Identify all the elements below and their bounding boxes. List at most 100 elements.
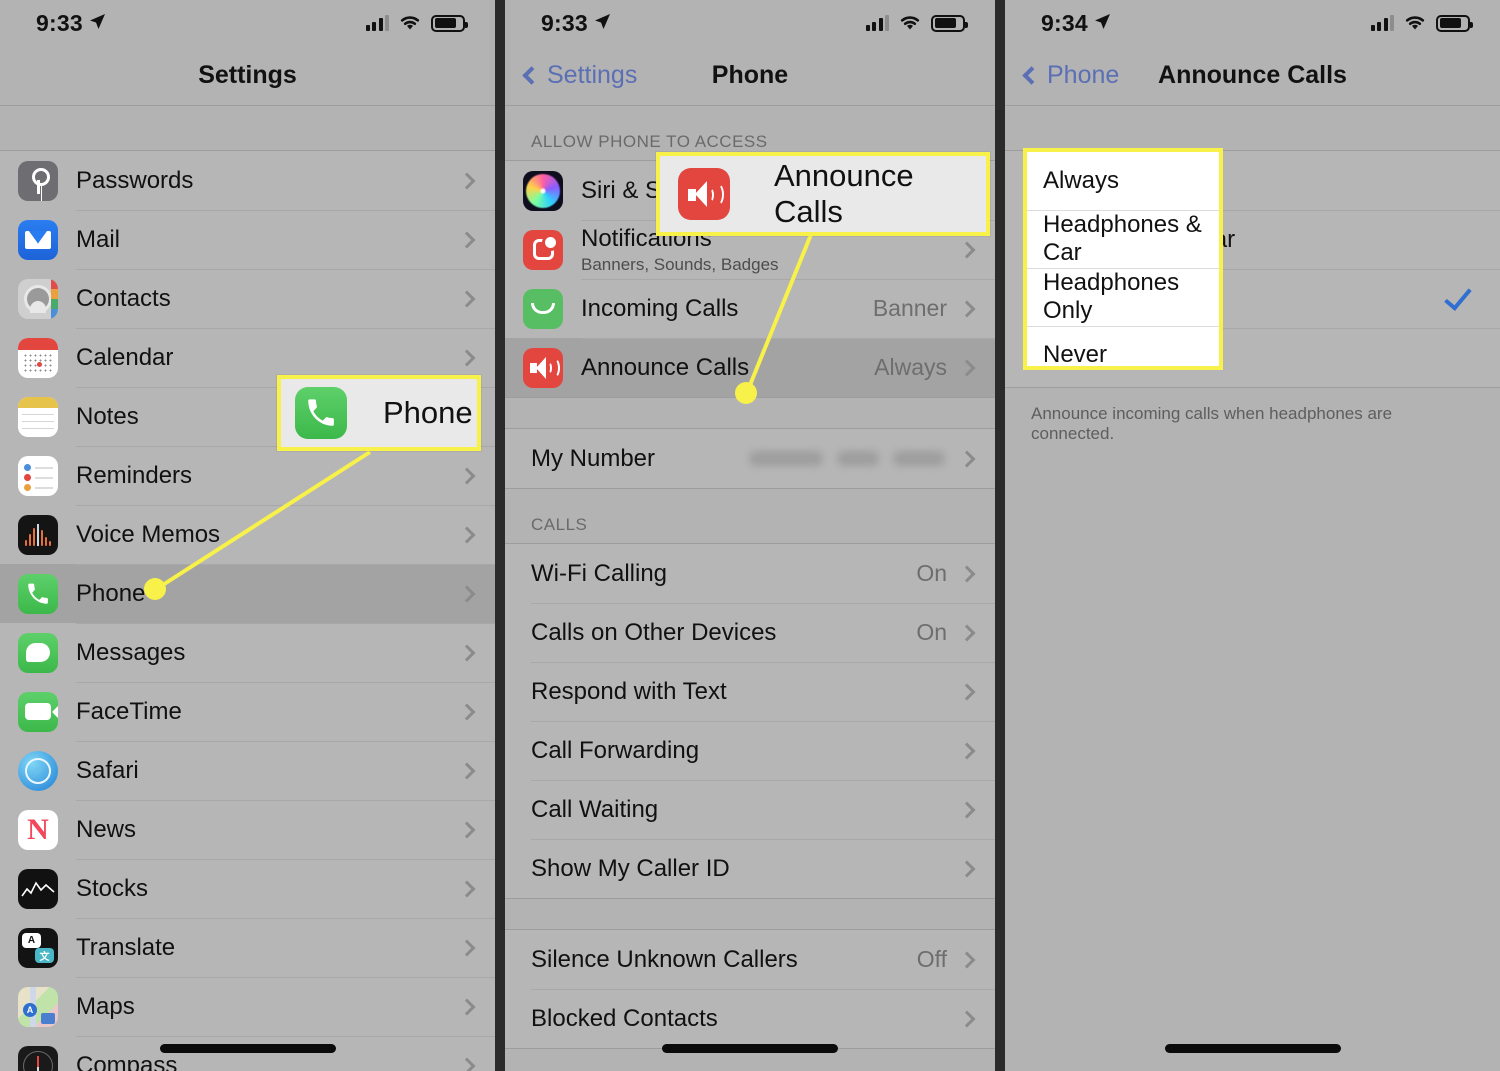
row-blocked-contacts[interactable]: Blocked Contacts bbox=[505, 989, 995, 1048]
battery-icon bbox=[931, 14, 968, 32]
sidebar-item-safari[interactable]: Safari bbox=[0, 741, 495, 800]
chevron-right-icon bbox=[958, 860, 976, 877]
row-call-forwarding[interactable]: Call Forwarding bbox=[505, 721, 995, 780]
phone-icon bbox=[295, 387, 347, 439]
chevron-right-icon bbox=[958, 565, 976, 582]
row-label: Call Forwarding bbox=[531, 736, 700, 764]
callout-label: Announce Calls bbox=[774, 158, 914, 229]
row-my-number[interactable]: My Number bbox=[505, 429, 995, 488]
highlight-option-never[interactable]: Never bbox=[1027, 326, 1219, 384]
sidebar-item-compass[interactable]: Compass bbox=[0, 1036, 495, 1071]
page-title: Settings bbox=[198, 61, 297, 89]
sidebar-item-mail[interactable]: Mail bbox=[0, 210, 495, 269]
chevron-left-icon bbox=[1022, 66, 1041, 85]
chevron-right-icon bbox=[458, 467, 476, 484]
row-label: Stocks bbox=[76, 874, 149, 902]
status-time: 9:34 bbox=[1041, 9, 1088, 36]
calendar-icon bbox=[18, 337, 58, 378]
facetime-icon bbox=[18, 691, 58, 732]
row-label: My Number bbox=[531, 444, 656, 472]
sidebar-item-reminders[interactable]: Reminders bbox=[0, 446, 495, 505]
sidebar-item-translate[interactable]: A文 Translate bbox=[0, 918, 495, 977]
row-label: Calls on Other Devices bbox=[531, 618, 777, 646]
chevron-right-icon bbox=[458, 349, 476, 366]
calls-list: Wi-Fi Calling On Calls on Other Devices … bbox=[505, 543, 995, 899]
battery-icon bbox=[1436, 14, 1473, 32]
announce-calls-icon bbox=[678, 168, 730, 220]
row-wifi-calling[interactable]: Wi-Fi Calling On bbox=[505, 544, 995, 603]
settings-list: Passwords Mail Contacts Calendar Notes R… bbox=[0, 150, 495, 1071]
row-announce-calls[interactable]: Announce Calls Always bbox=[505, 338, 995, 397]
callout-phone: Phone bbox=[277, 375, 481, 451]
row-incoming-calls[interactable]: Incoming Calls Banner bbox=[505, 279, 995, 338]
status-right bbox=[365, 10, 468, 37]
sidebar-item-news[interactable]: N News bbox=[0, 800, 495, 859]
options-footnote: Announce incoming calls when headphones … bbox=[1031, 404, 1393, 443]
contacts-icon bbox=[18, 278, 58, 319]
row-label: Calendar bbox=[76, 343, 174, 371]
home-indicator bbox=[1164, 1044, 1341, 1053]
row-respond-with-text[interactable]: Respond with Text bbox=[505, 662, 995, 721]
sidebar-item-voice-memos[interactable]: Voice Memos bbox=[0, 505, 495, 564]
chevron-right-icon bbox=[458, 880, 476, 897]
chevron-right-icon bbox=[458, 585, 476, 602]
notes-icon bbox=[18, 396, 58, 437]
row-silence-unknown-callers[interactable]: Silence Unknown Callers Off bbox=[505, 930, 995, 989]
sidebar-item-facetime[interactable]: FaceTime bbox=[0, 682, 495, 741]
status-left: 9:34 bbox=[1041, 10, 1111, 37]
siri-icon bbox=[523, 170, 563, 211]
row-label: Blocked Contacts bbox=[531, 1004, 718, 1032]
back-label: Settings bbox=[547, 61, 638, 89]
sidebar-item-messages[interactable]: Messages bbox=[0, 623, 495, 682]
sidebar-item-phone[interactable]: Phone bbox=[0, 564, 495, 623]
voice-memos-icon bbox=[18, 514, 58, 555]
sidebar-item-passwords[interactable]: Passwords bbox=[0, 151, 495, 210]
panel-phone-settings: 9:33 Settings Phone ALLOW PHONE TO ACCES… bbox=[500, 0, 1000, 1071]
highlight-option-headphones-only[interactable]: Headphones Only bbox=[1027, 268, 1219, 326]
home-indicator bbox=[159, 1044, 336, 1053]
row-label: Never bbox=[1043, 341, 1108, 368]
sidebar-item-contacts[interactable]: Contacts bbox=[0, 269, 495, 328]
section-header-calls: CALLS bbox=[531, 515, 588, 534]
row-label: Safari bbox=[76, 756, 139, 784]
row-label: Respond with Text bbox=[531, 677, 727, 705]
safari-icon bbox=[18, 750, 58, 791]
row-calls-on-other-devices[interactable]: Calls on Other Devices On bbox=[505, 603, 995, 662]
sidebar-item-maps[interactable]: A Maps bbox=[0, 977, 495, 1036]
back-button[interactable]: Settings bbox=[505, 61, 637, 90]
row-call-waiting[interactable]: Call Waiting bbox=[505, 780, 995, 839]
chevron-right-icon bbox=[958, 951, 976, 968]
row-show-my-caller-id[interactable]: Show My Caller ID bbox=[505, 839, 995, 898]
chevron-right-icon bbox=[958, 801, 976, 818]
wifi-icon bbox=[399, 10, 421, 37]
chevron-right-icon bbox=[458, 703, 476, 720]
back-button[interactable]: Phone bbox=[1005, 61, 1119, 90]
cellular-signal-icon bbox=[1370, 15, 1394, 31]
row-label: Headphones Only bbox=[1043, 269, 1180, 324]
chevron-right-icon bbox=[458, 231, 476, 248]
battery-icon bbox=[431, 14, 468, 32]
chevron-right-icon bbox=[958, 300, 976, 317]
home-indicator bbox=[662, 1044, 838, 1053]
cellular-signal-icon bbox=[365, 15, 389, 31]
status-left: 9:33 bbox=[541, 10, 611, 37]
row-label: Voice Memos bbox=[76, 520, 221, 548]
wifi-icon bbox=[899, 10, 921, 37]
chevron-right-icon bbox=[458, 821, 476, 838]
status-time: 9:33 bbox=[541, 9, 588, 36]
callout-label: Phone bbox=[383, 395, 473, 430]
chevron-right-icon bbox=[458, 644, 476, 661]
notifications-icon bbox=[523, 229, 563, 270]
highlight-option-headphones-and-car[interactable]: Headphones & Car bbox=[1027, 210, 1219, 268]
row-value: Always bbox=[874, 354, 947, 380]
nav-bar: Settings bbox=[0, 46, 495, 106]
highlight-option-always[interactable]: Always bbox=[1027, 152, 1219, 210]
row-label: Translate bbox=[76, 933, 176, 961]
group-gap bbox=[505, 398, 995, 428]
chevron-right-icon bbox=[958, 624, 976, 641]
row-label: Phone bbox=[76, 579, 146, 607]
status-time: 9:33 bbox=[36, 9, 83, 36]
status-left: 9:33 bbox=[36, 10, 106, 37]
my-number-redacted-value bbox=[749, 451, 945, 466]
sidebar-item-stocks[interactable]: Stocks bbox=[0, 859, 495, 918]
